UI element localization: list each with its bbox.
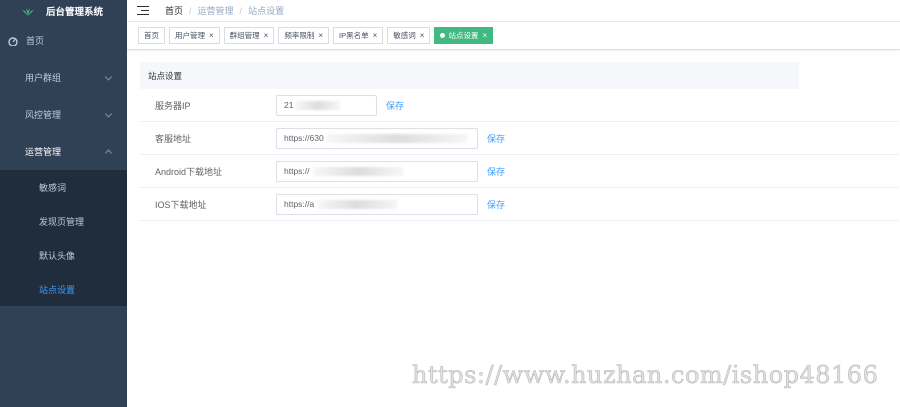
close-icon[interactable]: × xyxy=(373,31,378,40)
sidebar-item-label: 运营管理 xyxy=(25,147,62,157)
redacted-value xyxy=(312,166,403,176)
sidebar-item-default-avatar[interactable]: 默认头像 xyxy=(0,238,127,272)
breadcrumb-site-settings: 站点设置 xyxy=(248,6,285,16)
redacted-value xyxy=(296,100,341,110)
tag-sensitive-words[interactable]: 敏感词 × xyxy=(387,27,431,44)
setting-label: 客服地址 xyxy=(155,133,192,144)
sidebar-item-sensitive-words[interactable]: 敏感词 xyxy=(0,170,127,204)
android-url-input[interactable]: https:// xyxy=(276,160,478,182)
close-icon[interactable]: × xyxy=(420,31,425,40)
setting-row-android-url: Android下载地址 https:// 保存 xyxy=(140,155,899,188)
dashboard-icon xyxy=(8,36,18,46)
breadcrumb: 首页 / 运营管理 / 站点设置 xyxy=(165,4,284,17)
panel-header: 站点设置 xyxy=(140,62,799,89)
active-dot-icon xyxy=(440,33,446,38)
setting-row-server-ip: 服务器IP 21 保存 xyxy=(140,89,899,122)
sidebar-item-label: 首页 xyxy=(26,36,45,46)
setting-label: IOS下载地址 xyxy=(155,199,207,210)
tag-label: 首页 xyxy=(144,31,159,40)
app-title: 后台管理系统 xyxy=(46,7,104,18)
close-icon[interactable]: × xyxy=(264,31,269,40)
breadcrumb-home[interactable]: 首页 xyxy=(165,4,183,17)
tag-site-settings[interactable]: 站点设置 × xyxy=(434,27,494,44)
server-ip-input[interactable]: 21 xyxy=(276,94,377,116)
tag-group-management[interactable]: 群组管理 × xyxy=(223,27,275,44)
sidebar-item-discover-page[interactable]: 发现页管理 xyxy=(0,204,127,238)
logo-icon xyxy=(22,8,34,16)
close-icon[interactable]: × xyxy=(209,31,214,40)
tag-rate-limit[interactable]: 频率限制 × xyxy=(278,27,330,44)
redacted-value xyxy=(317,199,398,209)
ios-url-input[interactable]: https://a xyxy=(276,193,478,215)
tag-label: 群组管理 xyxy=(229,31,260,40)
tag-ip-blacklist[interactable]: IP黑名单 × xyxy=(333,27,384,44)
sidebar-item-operations[interactable]: 运营管理 xyxy=(0,133,127,170)
setting-label: 服务器IP xyxy=(155,100,191,111)
setting-row-support-url: 客服地址 https://630 保存 xyxy=(140,122,899,155)
tag-home[interactable]: 首页 xyxy=(138,27,165,44)
redacted-value xyxy=(326,133,467,143)
site-settings-panel: 站点设置 服务器IP 21 保存 客服地址 https://630 保存 And… xyxy=(140,62,899,221)
tag-label: 用户管理 xyxy=(175,31,205,40)
sidebar-item-user-groups[interactable]: 用户群组 xyxy=(0,59,127,96)
input-value: https://a xyxy=(284,199,315,209)
chevron-down-icon xyxy=(104,109,113,118)
breadcrumb-operations: 运营管理 xyxy=(197,6,234,16)
support-url-input[interactable]: https://630 xyxy=(276,127,478,149)
input-value: https:// xyxy=(284,166,310,176)
logo[interactable]: 后台管理系统 xyxy=(0,0,127,22)
sidebar-item-risk-control[interactable]: 风控管理 xyxy=(0,96,127,133)
tag-label: 敏感词 xyxy=(393,31,416,40)
operations-submenu: 敏感词 发现页管理 默认头像 站点设置 xyxy=(0,170,127,306)
sidebar-item-label: 风控管理 xyxy=(25,110,62,120)
setting-label: Android下载地址 xyxy=(155,166,223,177)
watermark-text: https://www.huzhan.com/ishop48166 xyxy=(412,361,879,390)
sidebar: 后台管理系统 首页 用户群组 风控管理 运营管理 敏感词 发现页管理 默认头像 … xyxy=(0,0,127,407)
save-button[interactable]: 保存 xyxy=(487,198,505,211)
input-value: https://630 xyxy=(284,133,324,143)
save-button[interactable]: 保存 xyxy=(487,165,505,178)
tag-label: IP黑名单 xyxy=(339,31,369,40)
close-icon[interactable]: × xyxy=(318,31,323,40)
navbar: 首页 / 运营管理 / 站点设置 xyxy=(127,0,900,22)
tag-user-management[interactable]: 用户管理 × xyxy=(169,27,220,44)
save-button[interactable]: 保存 xyxy=(386,99,404,112)
tag-label: 站点设置 xyxy=(448,31,479,40)
breadcrumb-separator: / xyxy=(239,5,243,16)
chevron-up-icon xyxy=(104,148,113,157)
close-icon[interactable]: × xyxy=(482,31,487,40)
setting-row-ios-url: IOS下载地址 https://a 保存 xyxy=(140,188,899,221)
chevron-down-icon xyxy=(104,72,113,81)
tag-label: 频率限制 xyxy=(284,31,315,40)
save-button[interactable]: 保存 xyxy=(487,132,505,145)
input-value: 21 xyxy=(284,100,294,110)
sidebar-item-label: 用户群组 xyxy=(25,73,62,83)
sidebar-item-home[interactable]: 首页 xyxy=(0,22,127,59)
hamburger-icon[interactable] xyxy=(137,5,149,16)
tags-view: 首页 用户管理 × 群组管理 × 频率限制 × IP黑名单 × 敏感词 × 站点… xyxy=(127,22,900,50)
sidebar-item-site-settings[interactable]: 站点设置 xyxy=(0,272,127,306)
breadcrumb-separator: / xyxy=(189,5,192,16)
